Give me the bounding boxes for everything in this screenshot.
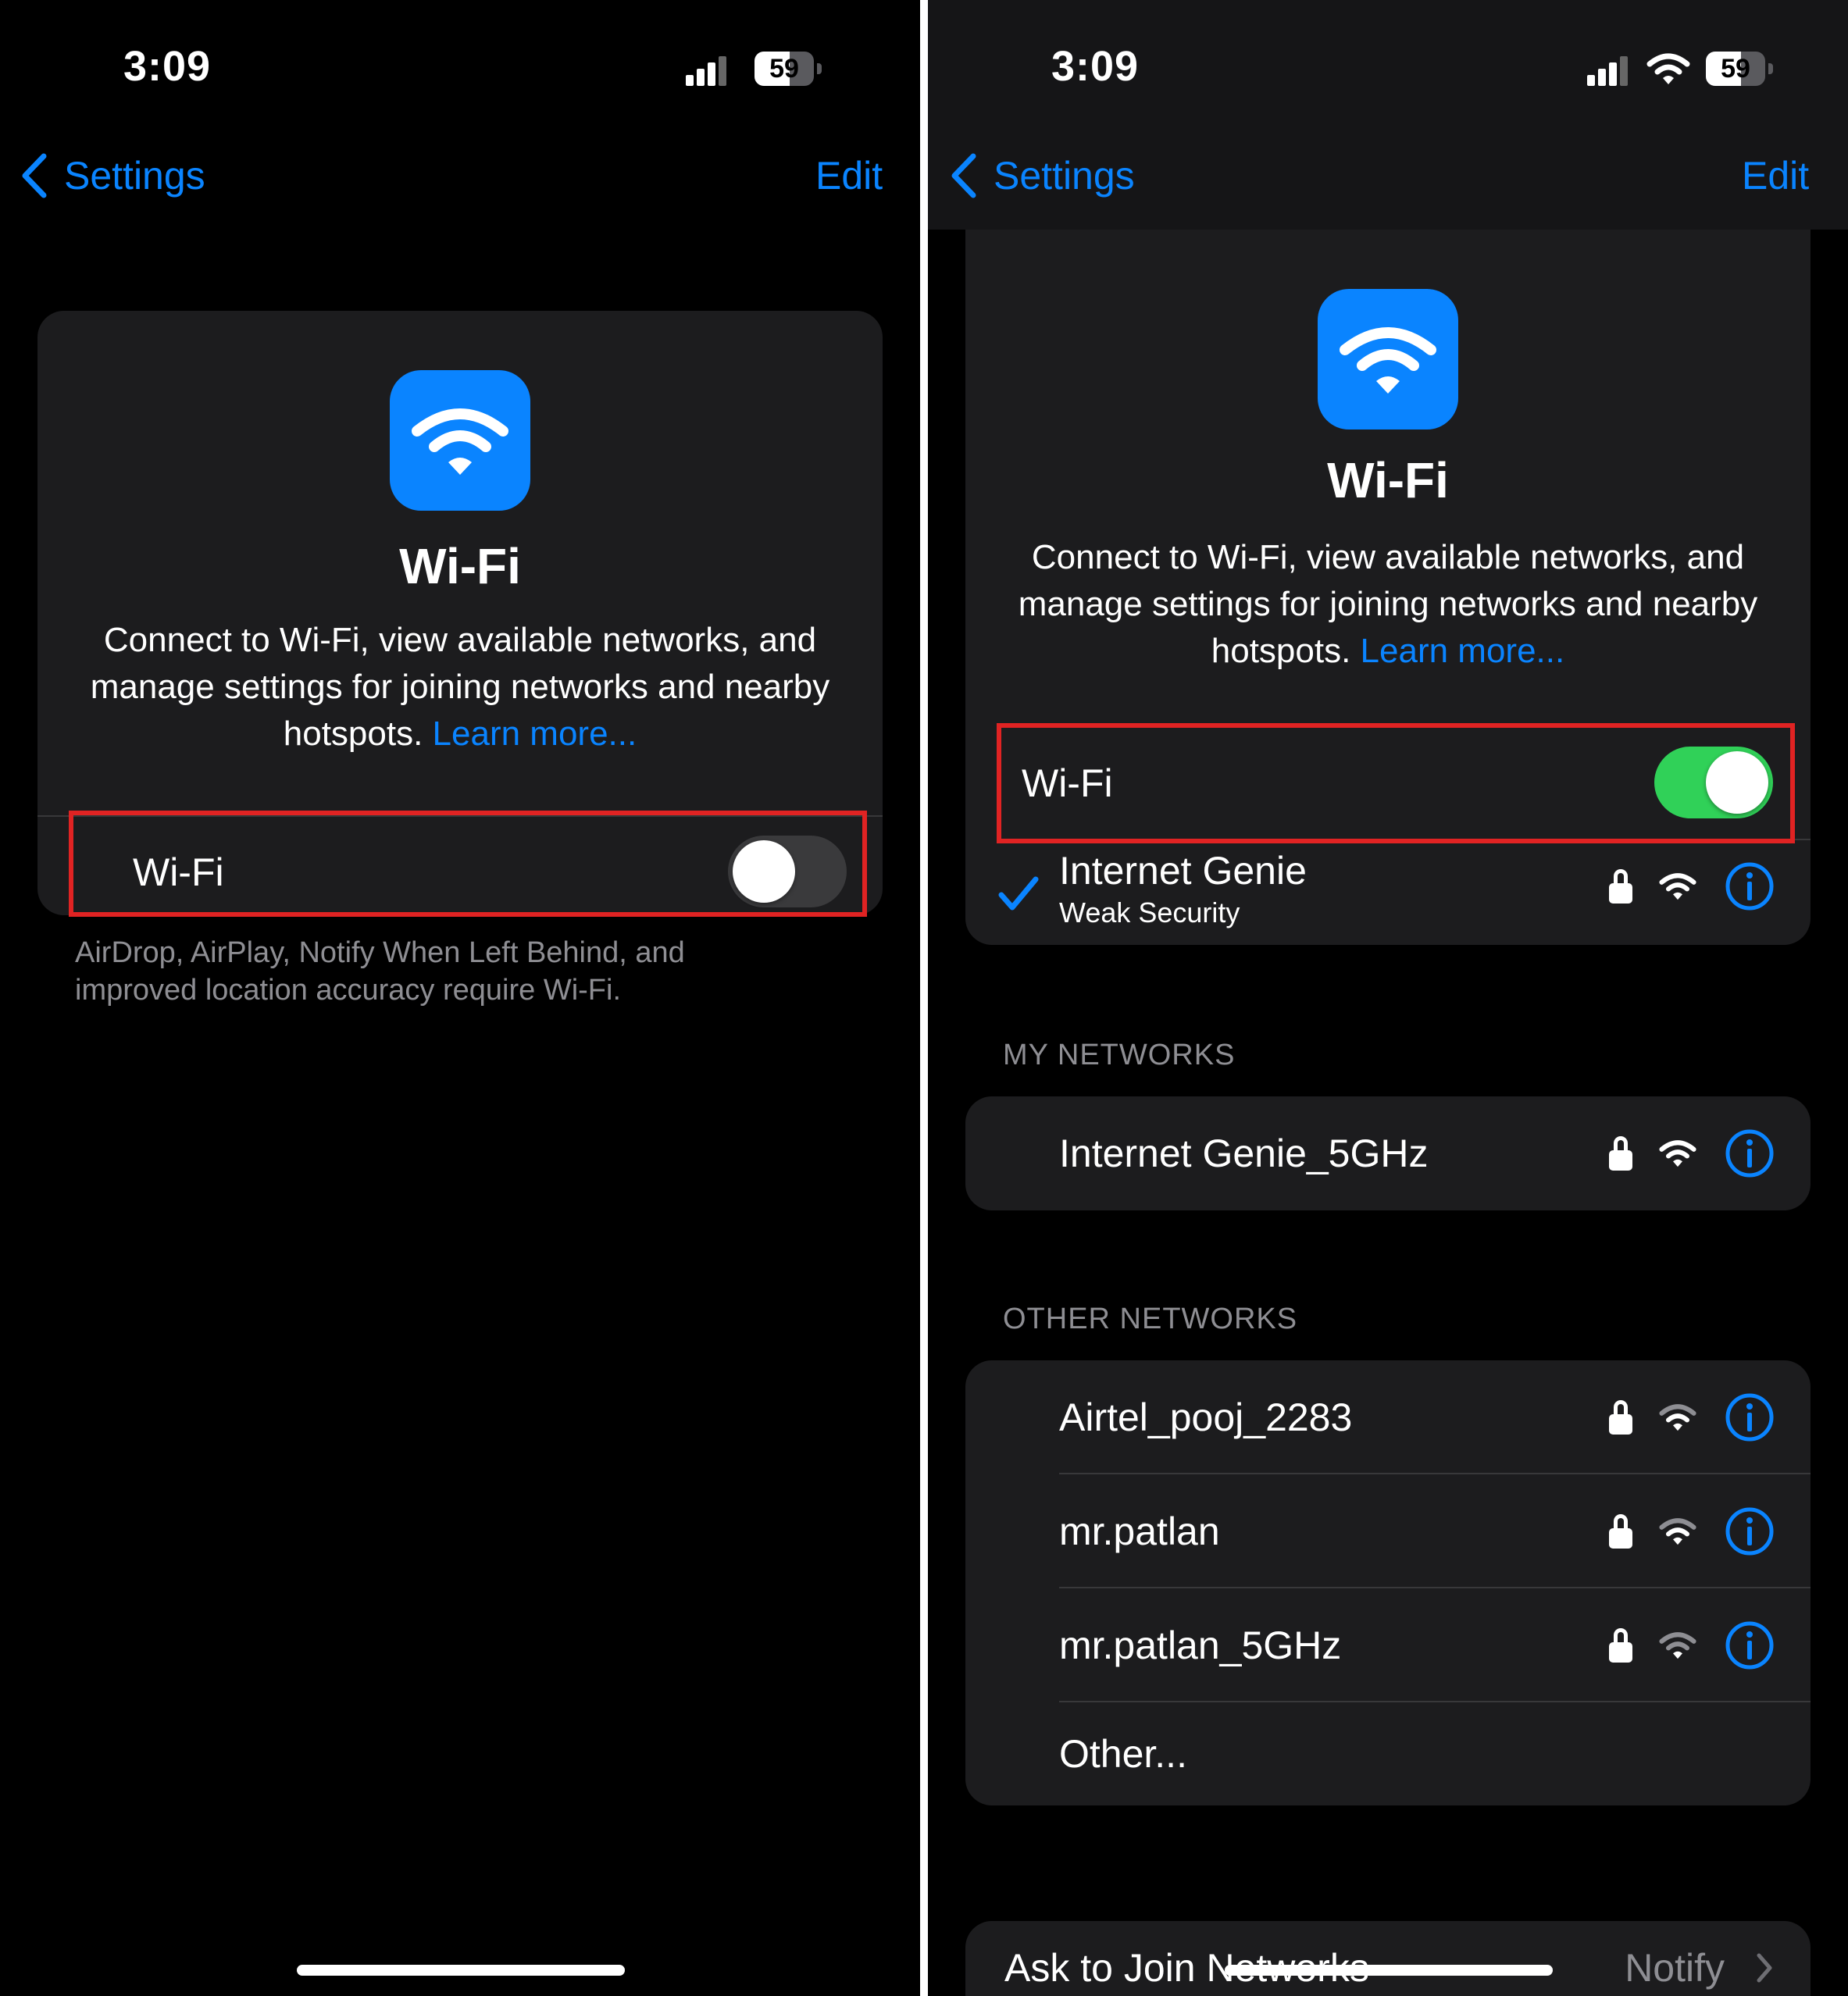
network-name: Airtel_pooj_2283 (1059, 1395, 1353, 1439)
back-button[interactable]: Settings (20, 148, 205, 203)
network-name: Internet Genie_5GHz (1059, 1132, 1429, 1175)
status-time: 3:09 (123, 43, 212, 90)
my-networks-header: MY NETWORKS (1003, 1039, 1236, 1071)
other-network-row[interactable]: Other... (965, 1702, 1811, 1805)
wifi-description: Connect to Wi-Fi, view available network… (84, 617, 836, 757)
edit-button[interactable]: Edit (815, 148, 883, 203)
panel-divider (920, 0, 928, 1996)
left-screen: 3:09 59 Settings Edit Wi-Fi Connect to W… (0, 0, 920, 1996)
lock-icon (1609, 1514, 1632, 1549)
chevron-left-icon (22, 153, 47, 198)
battery-level: 59 (769, 54, 799, 84)
info-icon[interactable] (1725, 1128, 1775, 1178)
info-icon[interactable] (1725, 1506, 1775, 1556)
connected-network-row[interactable]: Internet Genie Weak Security (965, 836, 1811, 945)
ask-to-join-card: Ask to Join Networks Notify (965, 1921, 1811, 1996)
back-label: Settings (64, 154, 205, 198)
footnote-line: AirDrop, AirPlay, Notify When Left Behin… (75, 936, 685, 969)
other-networks-header: OTHER NETWORKS (1003, 1303, 1298, 1335)
wifi-strength-icon (1659, 1404, 1696, 1431)
network-row[interactable]: Airtel_pooj_2283 (965, 1360, 1811, 1474)
lock-icon (1609, 1628, 1632, 1663)
home-indicator[interactable] (1225, 1965, 1553, 1976)
wifi-description: Connect to Wi-Fi, view available network… (1012, 534, 1764, 675)
chevron-right-icon (1757, 1953, 1772, 1983)
footnote-line: improved location accuracy require Wi-Fi… (75, 974, 622, 1007)
connected-network-subtitle: Weak Security (1059, 896, 1240, 928)
network-row[interactable]: Internet Genie_5GHz (965, 1096, 1811, 1210)
wifi-strength-icon (1659, 1140, 1696, 1167)
my-networks-list: Internet Genie_5GHz (965, 1096, 1811, 1210)
cellular-signal-icon (1587, 55, 1634, 86)
learn-more-link[interactable]: Learn more... (433, 715, 637, 753)
battery-icon: 59 (755, 52, 822, 86)
chevron-left-icon (951, 153, 976, 198)
wifi-strength-icon (1659, 873, 1696, 900)
connected-network-name: Internet Genie (1059, 849, 1307, 893)
lock-icon (1609, 1400, 1632, 1435)
highlight-box (997, 723, 1795, 843)
info-icon[interactable] (1725, 861, 1775, 911)
cellular-signal-icon (686, 55, 733, 86)
info-icon[interactable] (1725, 1620, 1775, 1670)
network-row[interactable]: mr.patlan_5GHz (965, 1588, 1811, 1702)
status-time: 3:09 (1051, 43, 1140, 90)
ask-to-join-row[interactable]: Ask to Join Networks Notify (965, 1921, 1811, 1996)
page-title: Wi-Fi (399, 538, 521, 594)
other-network-label: Other... (1059, 1732, 1187, 1776)
network-name: mr.patlan_5GHz (1059, 1624, 1342, 1667)
learn-more-link[interactable]: Learn more... (1361, 632, 1565, 670)
wifi-status-icon (1646, 52, 1690, 86)
wifi-icon (390, 370, 530, 511)
battery-icon: 59 (1706, 52, 1773, 86)
right-screen: 3:09 59 Settings Edit Wi-Fi Connect to W… (928, 0, 1848, 1996)
wifi-icon (1318, 289, 1458, 429)
other-networks-list: Airtel_pooj_2283 mr.patlan mr.patlan_5GH… (965, 1360, 1811, 1805)
back-label: Settings (994, 154, 1135, 198)
checkmark-icon (998, 876, 1039, 911)
wifi-strength-icon (1659, 1518, 1696, 1545)
battery-level: 59 (1721, 54, 1750, 84)
wifi-strength-icon (1659, 1632, 1696, 1659)
network-row[interactable]: mr.patlan (965, 1474, 1811, 1588)
highlight-box (69, 811, 867, 917)
edit-button[interactable]: Edit (1742, 148, 1809, 203)
ask-to-join-label: Ask to Join Networks (1004, 1946, 1369, 1990)
ask-to-join-value: Notify (1625, 1946, 1725, 1990)
lock-icon (1609, 1136, 1632, 1171)
back-button[interactable]: Settings (950, 148, 1135, 203)
page-title: Wi-Fi (1327, 452, 1449, 508)
home-indicator[interactable] (297, 1965, 625, 1976)
wifi-footnote: AirDrop, AirPlay, Notify When Left Behin… (75, 934, 685, 1009)
info-icon[interactable] (1725, 1392, 1775, 1442)
network-name: mr.patlan (1059, 1509, 1220, 1553)
lock-icon (1609, 869, 1632, 904)
